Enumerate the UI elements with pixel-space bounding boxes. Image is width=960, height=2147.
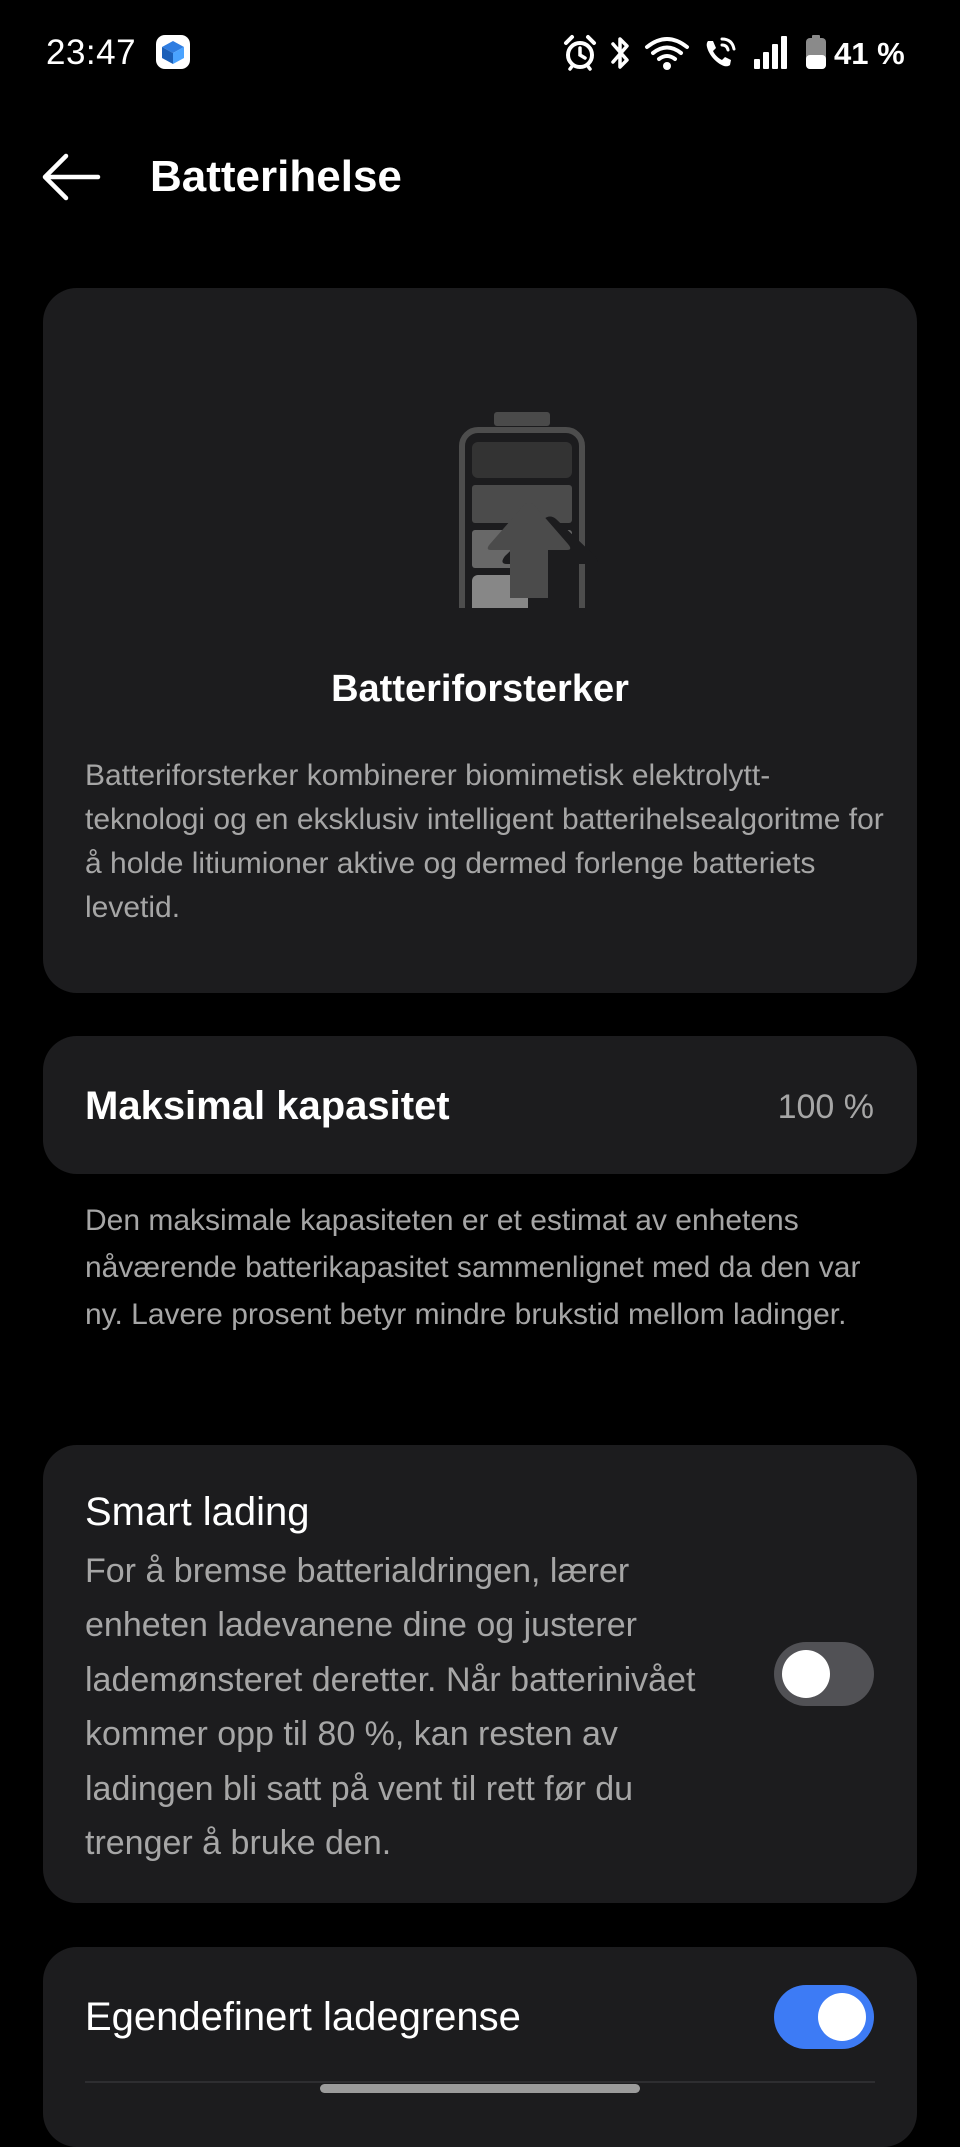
status-time: 23:47: [46, 33, 137, 72]
smart-charging-title: Smart lading: [85, 1490, 310, 1534]
status-bar: 23:47 41 %: [0, 0, 960, 106]
custom-charge-limit-toggle[interactable]: [774, 1985, 874, 2049]
arrow-up-icon: [482, 488, 576, 605]
bluetooth-icon: [608, 33, 632, 78]
wifi-icon: [644, 33, 690, 78]
page-title: Batterihelse: [150, 152, 402, 201]
home-indicator[interactable]: [320, 2084, 640, 2093]
battery-icon: [804, 33, 828, 78]
arrow-left-icon: [42, 153, 101, 201]
back-button[interactable]: [40, 148, 112, 206]
divider: [85, 2081, 875, 2083]
smart-charging-description: For å bremse batterialdringen, lærer enh…: [85, 1552, 696, 1863]
battery-percentage: 41 %: [834, 36, 905, 71]
max-capacity-description: Den maksimale kapasiteten er et estimat …: [85, 1204, 861, 1331]
custom-charge-limit-row[interactable]: [43, 1947, 917, 2147]
max-capacity-label: Maksimal kapasitet: [85, 1084, 450, 1128]
toggle-knob: [782, 1650, 830, 1698]
battery-booster-title: Batteriforsterker: [331, 668, 629, 710]
signal-icon: [752, 33, 790, 78]
custom-charge-limit-title: Egendefinert ladegrense: [85, 1995, 521, 2039]
wifi-calling-icon: [702, 33, 740, 78]
app-notification-icon: [156, 35, 190, 69]
alarm-icon: [562, 33, 598, 78]
battery-booster-description: Batteriforsterker kombinerer biomimetisk…: [85, 759, 884, 924]
smart-charging-toggle[interactable]: [774, 1642, 874, 1706]
max-capacity-value: 100 %: [777, 1088, 874, 1126]
toggle-knob: [818, 1993, 866, 2041]
